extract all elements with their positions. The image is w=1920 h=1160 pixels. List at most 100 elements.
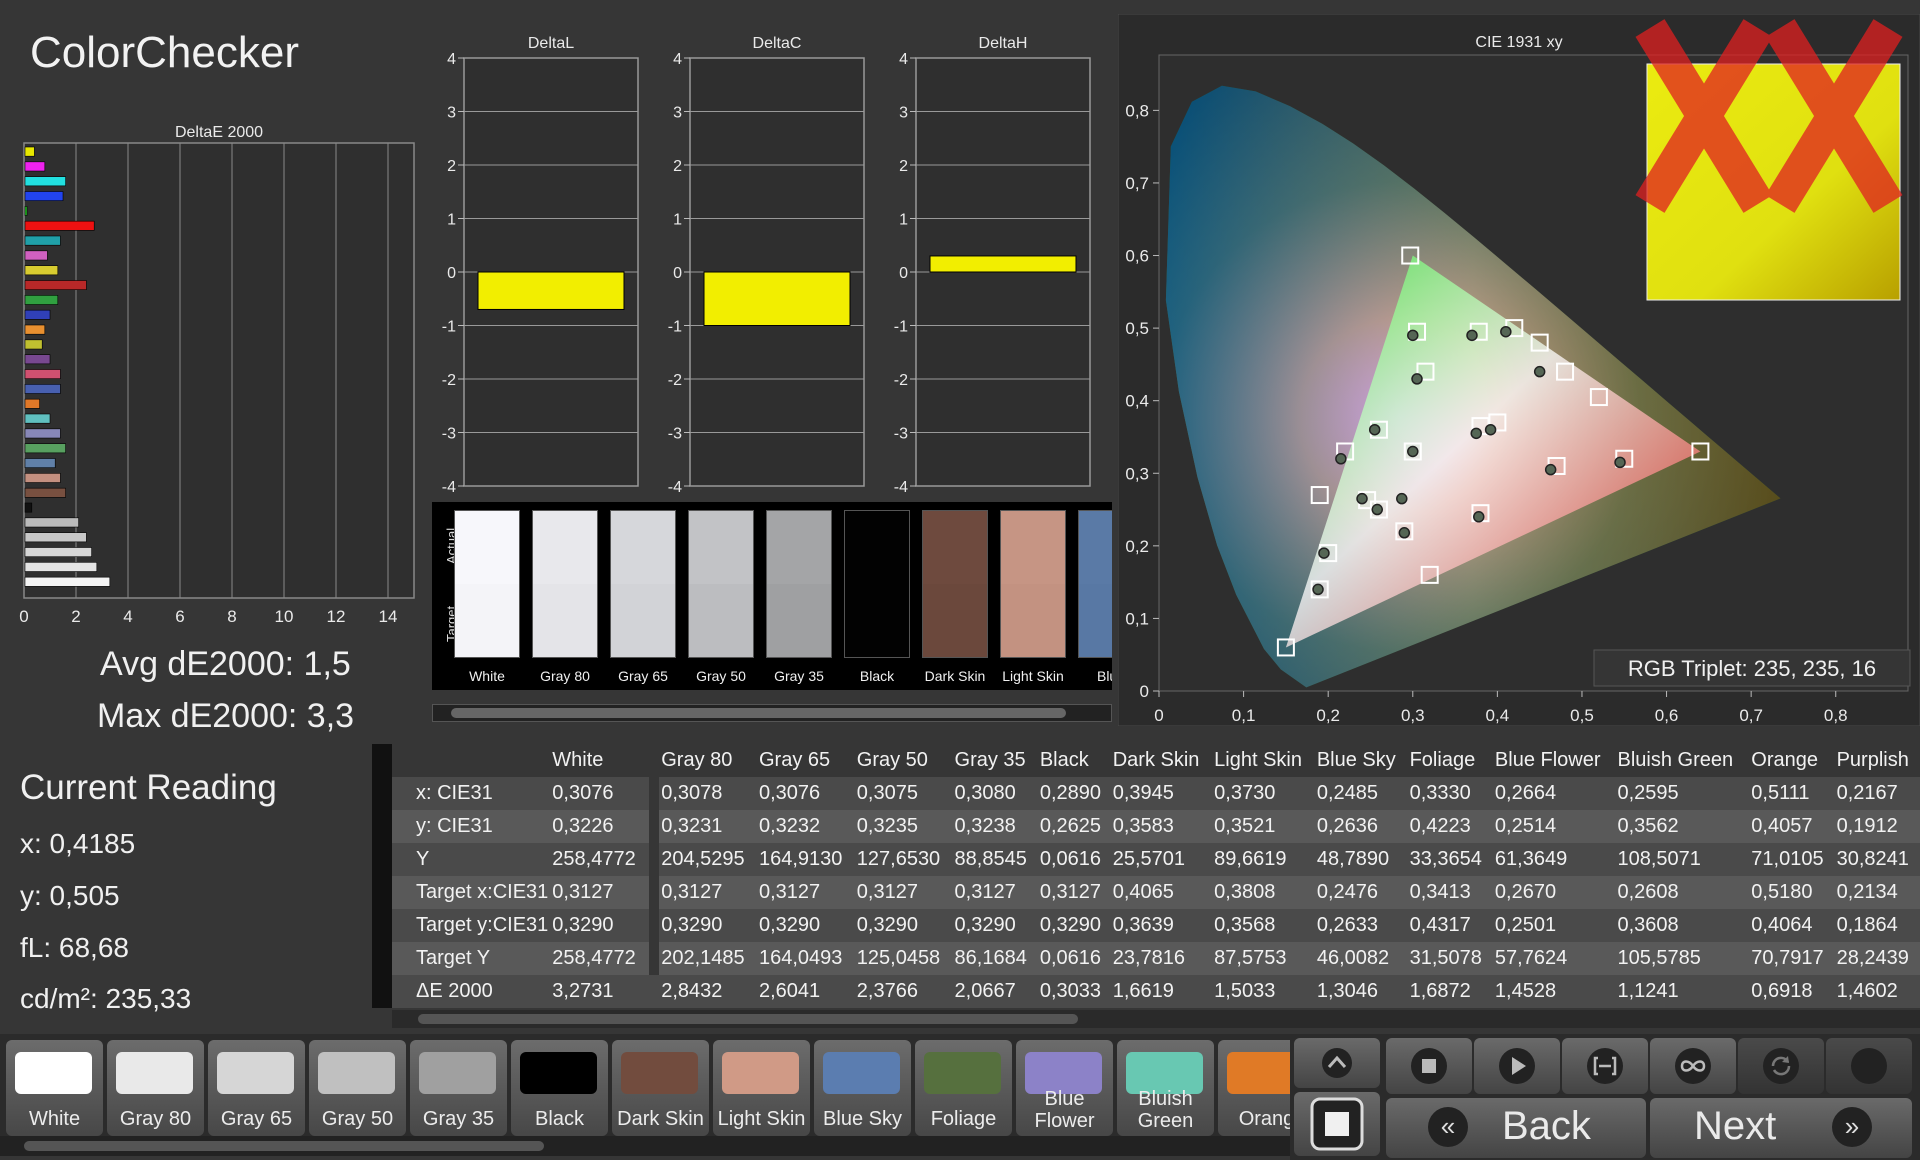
table-cell: 0,3076	[757, 777, 855, 810]
row-header: y: CIE31	[371, 810, 551, 843]
table-cell: 0,1864	[1834, 909, 1920, 942]
patch-button[interactable]: White	[6, 1040, 103, 1136]
table-cell: 89,6619	[1212, 843, 1315, 876]
table-cell: 0,3290	[1037, 909, 1111, 942]
delta-panel-deltah: DeltaH 4 3 2 1 0 -1 -2 -3 -4	[894, 35, 1091, 496]
patch-button[interactable]: Gray 65	[208, 1040, 305, 1136]
column-header: Foliage	[1407, 744, 1493, 777]
table-cell: 0,0616	[1037, 942, 1111, 975]
patch-scroll-thumb[interactable]	[24, 1141, 544, 1151]
chevron-up-icon	[1322, 1048, 1352, 1078]
stop-record-button[interactable]	[1294, 1092, 1380, 1156]
table-cell: 0,5111	[1749, 777, 1835, 810]
deltae-bar	[24, 473, 61, 483]
stop-button[interactable]	[1386, 1038, 1472, 1094]
swatch-color	[766, 510, 832, 658]
table-cell: 0,2636	[1314, 810, 1408, 843]
table-scrollbar[interactable]	[392, 1010, 1920, 1028]
deltae-bar	[24, 161, 46, 172]
patch-button[interactable]: Gray 80	[107, 1040, 204, 1136]
table-cell: 0,3608	[1615, 909, 1750, 942]
next-button[interactable]: Next »	[1650, 1098, 1912, 1158]
table-cell: 0,2501	[1492, 909, 1616, 942]
deltae-bar	[24, 502, 33, 513]
loop-button[interactable]	[1650, 1038, 1736, 1094]
swatch-label: Blue	[1096, 668, 1112, 684]
table-cell: 0,5180	[1749, 876, 1835, 909]
patch-button[interactable]: Blue Flower	[1016, 1040, 1113, 1136]
table-cell: 0,3231	[659, 810, 757, 843]
patch-button[interactable]: Dark Skin	[612, 1040, 709, 1136]
delta-tick-label: -4	[668, 479, 682, 496]
cie-actual-point	[1398, 527, 1411, 539]
deltae-bar	[24, 250, 48, 261]
patch-scrollbar[interactable]	[0, 1136, 1290, 1156]
table-row: x: CIE31 0,3076 0,3078 0,3076 0,3075 0,3080 0,…	[371, 777, 1920, 810]
column-header: Blue Flower	[1492, 744, 1616, 777]
deltae-bar	[24, 146, 35, 157]
table-cell: 108,5071	[1615, 843, 1750, 876]
patch-button[interactable]: Gray 35	[410, 1040, 507, 1136]
delta-tick-label: 4	[673, 51, 682, 68]
table-cell: 0,3127	[659, 876, 757, 909]
table-cell: 164,9130	[757, 843, 855, 876]
patch-button[interactable]: Bluish Green	[1117, 1040, 1214, 1136]
delta-tick-label: 1	[447, 212, 456, 229]
swatch-column: Gray 65	[610, 510, 676, 684]
table-row: ΔE 2000 3,2731 2,8432 2,6041 2,3766 2,0667 0,3…	[371, 975, 1920, 1008]
delta-tick-label: -4	[894, 479, 908, 496]
deltae-tick-label: 6	[175, 607, 184, 626]
patch-label: Dark Skin	[617, 1108, 704, 1130]
swatch-color	[844, 510, 910, 658]
table-cell: 0,3076	[550, 777, 660, 810]
table-cell: 0,3521	[1212, 810, 1315, 843]
table-scroll-thumb[interactable]	[418, 1014, 1078, 1024]
cie-actual-point	[1500, 325, 1512, 338]
table-cell: 0,4064	[1749, 909, 1835, 942]
deltae-bar	[24, 458, 56, 468]
record-button[interactable]	[1826, 1038, 1912, 1094]
swatch-color	[1000, 510, 1066, 658]
table-cell: 0,3290	[952, 909, 1038, 942]
table-cell: 0,4065	[1110, 876, 1213, 909]
loop-icon	[1675, 1048, 1711, 1084]
patch-label: Gray 50	[321, 1108, 394, 1130]
column-header: White	[550, 744, 660, 777]
cie-y-tick: 0,7	[1125, 174, 1149, 193]
deltae-tick-label: 10	[275, 607, 294, 626]
patch-button[interactable]: Black	[511, 1040, 608, 1136]
table-cell: 202,1485	[659, 942, 757, 975]
range-button[interactable]	[1562, 1038, 1648, 1094]
delta-tick-label: -3	[442, 426, 456, 443]
swatch-column: Blue	[1078, 510, 1112, 684]
deltae-bar	[24, 280, 87, 290]
table-cell: 0,2633	[1314, 909, 1408, 942]
colorchecker-app: ColorChecker DeltaE 2000 0 2 4 6 8 10 12 14 Del…	[0, 0, 1920, 1160]
play-button[interactable]	[1474, 1038, 1560, 1094]
delta-panel-title: DeltaH	[979, 35, 1028, 52]
table-cell: 0,3562	[1615, 810, 1750, 843]
swatch-label: White	[469, 668, 505, 684]
refresh-button[interactable]	[1738, 1038, 1824, 1094]
cie-x-tick: 0,7	[1739, 706, 1763, 725]
patch-swatch	[621, 1052, 698, 1094]
patch-button[interactable]: Light Skin	[713, 1040, 810, 1136]
back-button[interactable]: « Back	[1386, 1098, 1646, 1158]
cie-actual-point	[1371, 503, 1383, 516]
cie-actual-point	[1614, 456, 1626, 469]
cie-actual-point	[1473, 511, 1485, 523]
patch-button[interactable]: Gray 50	[309, 1040, 406, 1136]
scroll-up-button[interactable]	[1294, 1038, 1380, 1088]
swatch-scrollbar[interactable]	[432, 704, 1112, 722]
patch-button[interactable]: Blue Sky	[814, 1040, 911, 1136]
deltae-tick-label: 8	[227, 607, 236, 626]
delta-bar	[477, 271, 625, 310]
swatch-color	[454, 510, 520, 658]
patch-button[interactable]: Foliage	[915, 1040, 1012, 1136]
swatch-scroll-thumb[interactable]	[451, 708, 1066, 718]
deltae-chart-title: DeltaE 2000	[175, 124, 263, 141]
swatch-column: Light Skin	[1000, 510, 1066, 684]
reading-fl: fL: 68,68	[20, 932, 129, 963]
table-cell: 0,2664	[1492, 777, 1616, 810]
table-cell: 70,7917	[1749, 942, 1835, 975]
